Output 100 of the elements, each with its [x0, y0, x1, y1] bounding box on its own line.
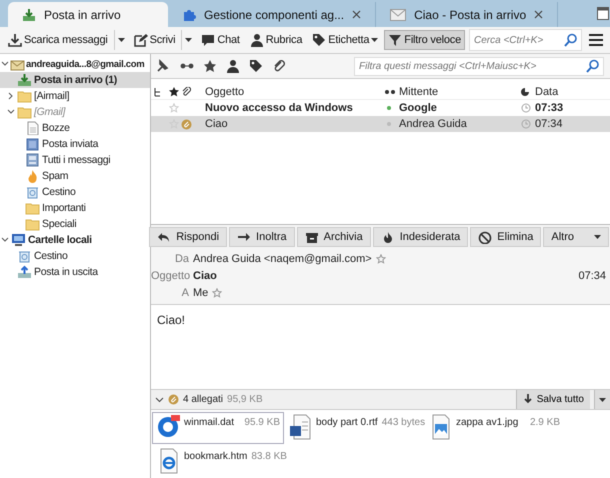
- filter-field[interactable]: Filtra questi messaggi <Ctrl+Maiusc+K>: [354, 56, 604, 76]
- folder-item[interactable]: Tutti i messaggi: [0, 152, 150, 168]
- folder-icon: [25, 201, 40, 215]
- column-title[interactable]: Data: [535, 86, 610, 98]
- cabinet-icon: [25, 153, 40, 167]
- glasses-icon: [385, 88, 395, 94]
- inbox-download-icon: [22, 8, 36, 22]
- menu-icon[interactable]: [588, 32, 604, 48]
- inbox-download-icon: [17, 73, 32, 87]
- folder-item[interactable]: Cartelle locali: [0, 232, 150, 248]
- field-label: A: [180, 286, 189, 298]
- folder-icon: [25, 217, 40, 231]
- star-outline-icon[interactable]: [376, 254, 386, 264]
- search-field[interactable]: Cerca <Ctrl+K>: [469, 29, 582, 51]
- tab[interactable]: Posta in arrivo: [8, 2, 168, 27]
- caret-icon: [594, 235, 601, 239]
- collapse-caret-icon[interactable]: [7, 108, 15, 116]
- document-icon: [25, 121, 40, 135]
- download-icon: [8, 33, 22, 47]
- folder-item[interactable]: Cestino: [0, 248, 150, 264]
- attachment-item[interactable]: winmail.dat 95.9 KB: [152, 412, 284, 444]
- word-document-icon: [288, 414, 312, 440]
- action-button[interactable]: Indesiderata: [372, 227, 468, 247]
- paperclip-icon: [168, 394, 179, 405]
- dropdown-button[interactable]: [594, 390, 610, 409]
- folder-item[interactable]: andreaguida...8@gmail.com: [0, 56, 150, 72]
- collapse-caret-icon[interactable]: [1, 236, 9, 244]
- toolbar-button[interactable]: Etichetta: [308, 30, 382, 50]
- sender-text: Andrea Guida: [399, 118, 468, 130]
- paperclip-icon[interactable]: [272, 59, 286, 73]
- recipient-text: Me: [193, 286, 208, 298]
- puzzle-icon: [182, 8, 196, 22]
- folder-item[interactable]: Speciali: [0, 216, 150, 232]
- caret-icon: [118, 38, 125, 42]
- person-icon: [250, 33, 264, 47]
- dropdown-button[interactable]: [114, 30, 128, 50]
- attachment-item[interactable]: zappa av1.jpg 2.9 KB: [424, 412, 564, 444]
- subject-text: Ciao: [205, 118, 229, 130]
- calendar-icon: [597, 6, 609, 20]
- star-outline-icon[interactable]: [169, 103, 179, 113]
- thread-icon: [153, 86, 163, 96]
- toolbar-button[interactable]: Scarica messaggi: [4, 30, 112, 50]
- outbox-upload-icon: [17, 265, 32, 279]
- close-icon[interactable]: [534, 10, 544, 19]
- prohibited-icon: [478, 230, 492, 244]
- star-icon[interactable]: [203, 59, 217, 73]
- computer-icon: [11, 233, 26, 247]
- message-row[interactable]: Nuovo accesso da Windows Google 07:33: [151, 100, 610, 116]
- pencil-icon: [134, 33, 148, 47]
- date-text: 07:34: [535, 118, 564, 130]
- toolbar-button[interactable]: Scrivi: [130, 30, 180, 50]
- expand-caret-icon[interactable]: [7, 92, 15, 100]
- sender-text: Andrea Guida <naqem@gmail.com>: [193, 252, 372, 264]
- app-logo-icon: [156, 414, 180, 440]
- message-body: Ciao!: [156, 312, 186, 329]
- download-icon: [522, 394, 533, 405]
- tag-icon[interactable]: [249, 59, 263, 73]
- folder-item[interactable]: Cestino: [0, 184, 150, 200]
- search-icon: [586, 58, 600, 72]
- action-button[interactable]: Inoltra: [229, 227, 295, 247]
- action-button[interactable]: Elimina: [470, 227, 542, 247]
- search-icon: [564, 33, 578, 47]
- folder-item[interactable]: Importanti: [0, 200, 150, 216]
- action-button[interactable]: Rispondi: [149, 227, 228, 247]
- folder-item[interactable]: Bozze: [0, 120, 150, 136]
- folder-item[interactable]: Posta in arrivo (1): [0, 72, 150, 88]
- action-button[interactable]: Archivia: [296, 227, 371, 247]
- folder-item[interactable]: Posta in uscita: [0, 264, 150, 280]
- collapse-caret-icon[interactable]: [1, 60, 9, 68]
- caret-icon: [371, 38, 378, 42]
- envelope-icon: [390, 8, 406, 20]
- folder-item[interactable]: Posta inviata: [0, 136, 150, 152]
- message-row[interactable]: Ciao Andrea Guida 07:34: [151, 116, 610, 132]
- attachment-item[interactable]: body part 0.rtf 443 bytes: [284, 412, 424, 444]
- subject-text: Ciao: [193, 270, 217, 282]
- star-outline-icon[interactable]: [212, 288, 222, 298]
- star-icon: [169, 86, 179, 96]
- date-text: 07:33: [535, 102, 564, 114]
- caret-icon: [599, 398, 606, 402]
- folder-item[interactable]: [Airmail]: [0, 88, 150, 104]
- column-title[interactable]: Mittente: [399, 86, 521, 98]
- toolbar-button[interactable]: Chat: [197, 30, 244, 50]
- save-all-button[interactable]: Salva tutto: [516, 390, 590, 409]
- paperclip-icon: [181, 86, 191, 96]
- sent-box-icon: [25, 137, 40, 151]
- subject-text: Nuovo accesso da Windows: [205, 102, 354, 114]
- filter-icon: [388, 33, 402, 47]
- column-title[interactable]: Oggetto: [205, 86, 385, 98]
- action-button[interactable]: Altro: [543, 227, 609, 247]
- caret-icon: [185, 38, 192, 42]
- close-icon[interactable]: [352, 10, 362, 19]
- attachment-size: 95,9 KB: [227, 394, 263, 405]
- person-icon[interactable]: [226, 59, 240, 73]
- folder-item[interactable]: [Gmail]: [0, 104, 150, 120]
- attachment-item[interactable]: bookmark.htm 83.8 KB: [152, 446, 284, 478]
- toolbar-button[interactable]: Filtro veloce: [384, 30, 465, 50]
- folder-item[interactable]: Spam: [0, 168, 150, 184]
- toolbar-button[interactable]: Rubrica: [246, 30, 306, 50]
- folder-icon: [17, 105, 32, 119]
- collapse-caret-icon[interactable]: [155, 395, 164, 404]
